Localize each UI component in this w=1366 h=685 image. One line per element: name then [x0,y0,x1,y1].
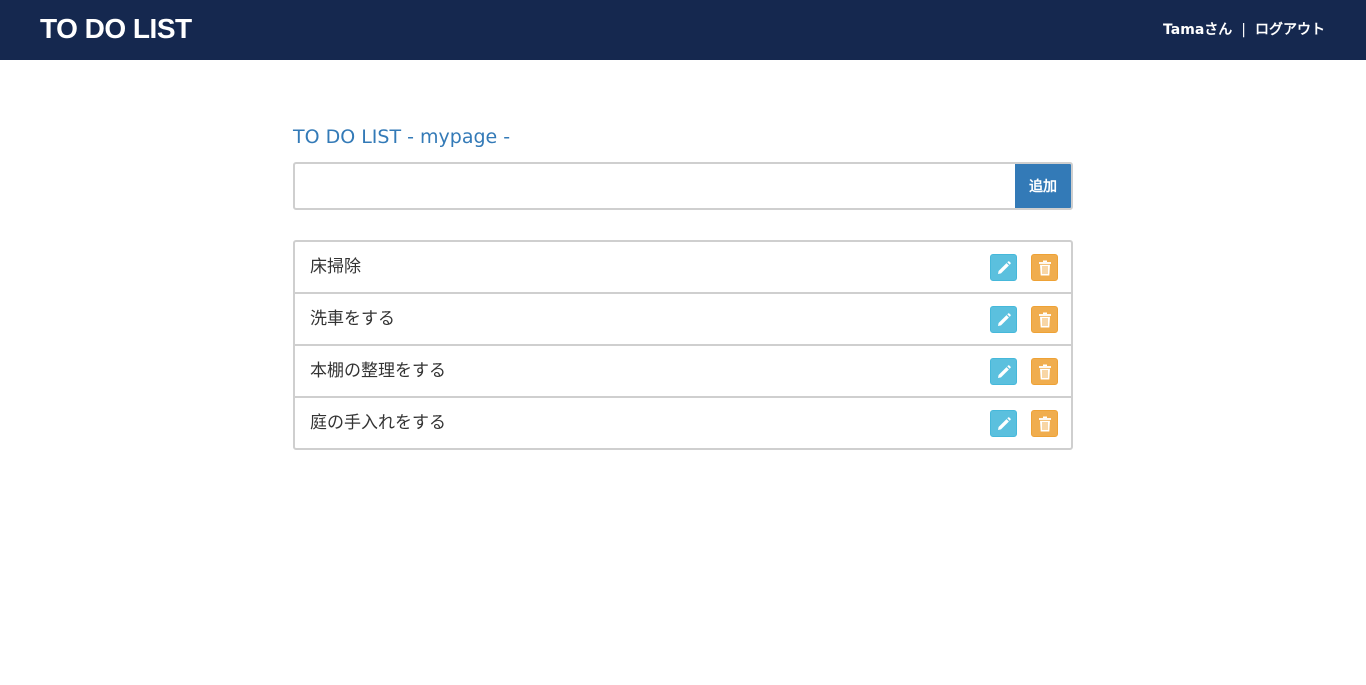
delete-button[interactable] [1031,306,1058,333]
user-name: Tamaさん [1163,22,1233,38]
todo-input[interactable] [295,164,1015,208]
user-nav: Tamaさん | ログアウト [1163,20,1325,40]
edit-button[interactable] [990,254,1017,281]
todo-text: 床掃除 [310,257,361,277]
pencil-icon [997,416,1011,430]
trash-icon [1038,260,1051,275]
edit-button[interactable] [990,306,1017,333]
edit-button[interactable] [990,410,1017,437]
todo-text: 庭の手入れをする [310,413,446,433]
pencil-icon [997,312,1011,326]
edit-button[interactable] [990,358,1017,385]
trash-icon [1038,364,1051,379]
trash-icon [1038,312,1051,327]
page-title: TO DO LIST - mypage - [293,126,511,148]
delete-button[interactable] [1031,410,1058,437]
todo-list: 床掃除 洗車をする 本棚の整理をする 庭の手入れをする [293,240,1073,450]
pencil-icon [997,364,1011,378]
add-button[interactable]: 追加 [1015,164,1071,208]
logout-link[interactable]: ログアウト [1255,22,1325,38]
delete-button[interactable] [1031,254,1058,281]
todo-text: 洗車をする [310,309,395,329]
nav-separator: | [1241,22,1246,38]
todo-text: 本棚の整理をする [310,361,446,381]
add-todo-form: 追加 [293,162,1073,210]
todo-item: 床掃除 [295,242,1071,294]
trash-icon [1038,416,1051,431]
todo-item: 本棚の整理をする [295,346,1071,398]
brand-logo[interactable]: TO DO LIST [40,12,192,46]
delete-button[interactable] [1031,358,1058,385]
pencil-icon [997,260,1011,274]
top-navbar: TO DO LIST Tamaさん | ログアウト [0,0,1366,60]
todo-item: 洗車をする [295,294,1071,346]
todo-item: 庭の手入れをする [295,398,1071,448]
